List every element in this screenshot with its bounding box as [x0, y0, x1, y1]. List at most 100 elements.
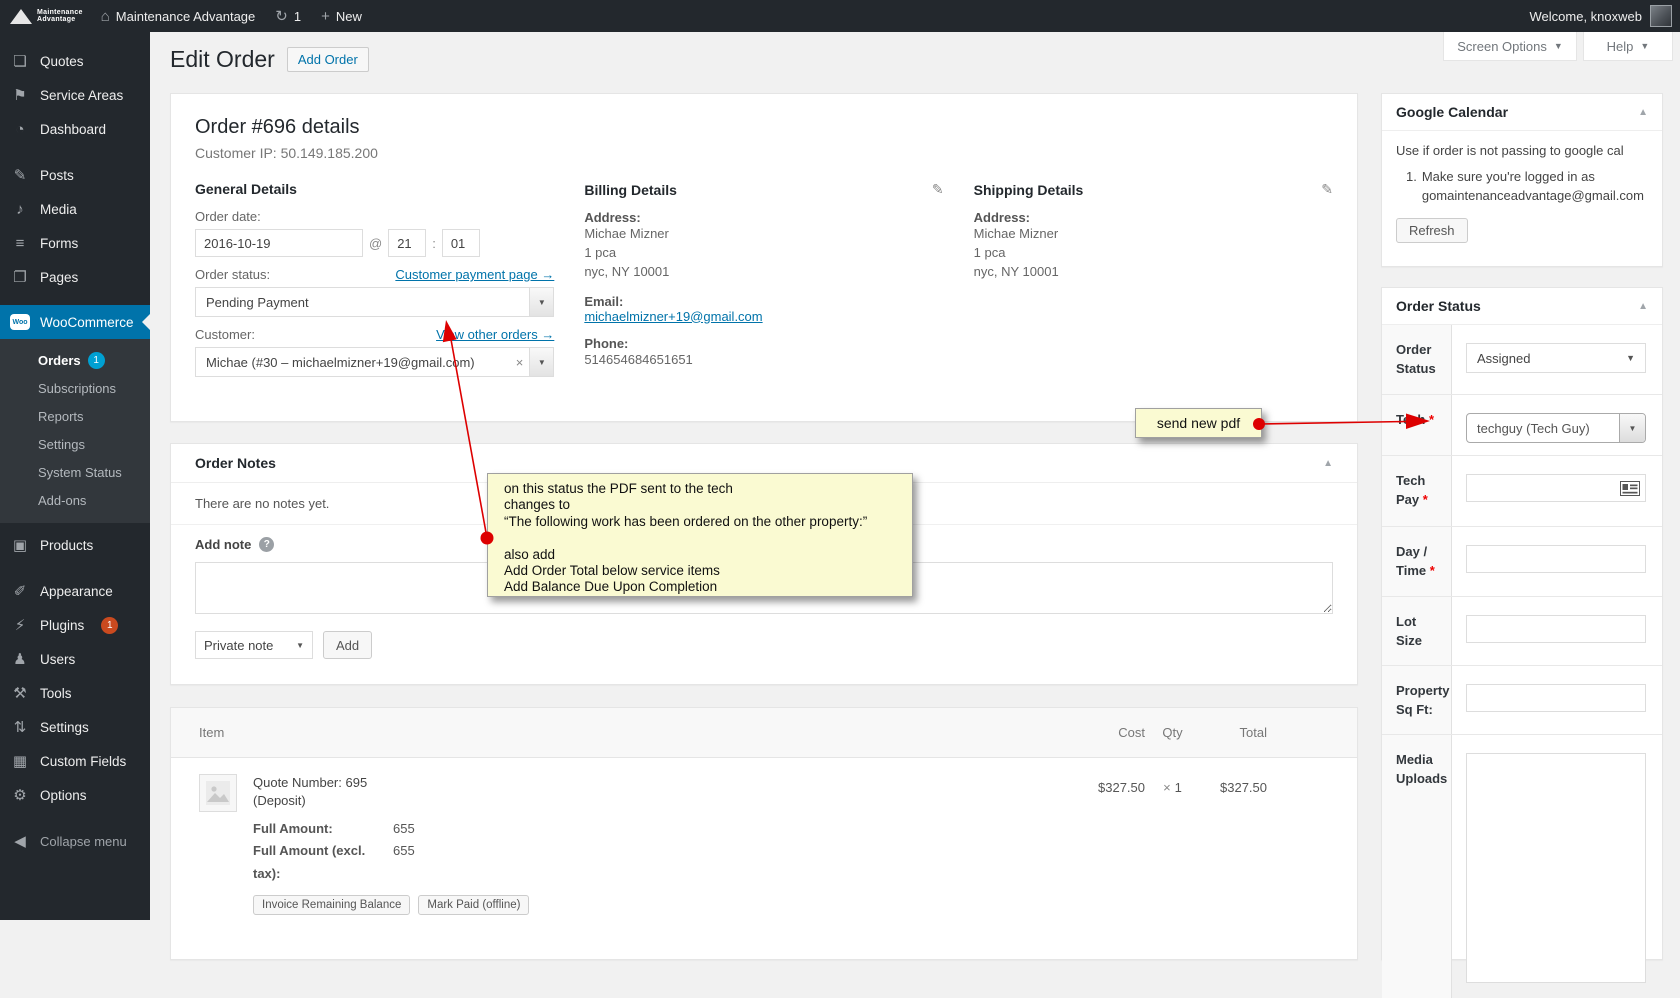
- site-logo[interactable]: MaintenanceAdvantage: [0, 9, 91, 24]
- sidebar-item-service-areas[interactable]: ⚑ Service Areas: [0, 78, 150, 112]
- meta-value: 655: [393, 840, 415, 884]
- settings-icon: ⇅: [10, 718, 30, 736]
- sidebar-label: Quotes: [40, 54, 84, 69]
- admin-bar-site-name[interactable]: ⌂ Maintenance Advantage: [91, 0, 266, 32]
- add-order-button[interactable]: Add Order: [287, 47, 369, 72]
- screen-options-label: Screen Options: [1457, 39, 1547, 54]
- sidebar-item-options[interactable]: ⚙ Options: [0, 778, 150, 812]
- view-other-orders-link[interactable]: View other orders →: [436, 327, 554, 342]
- sidebar-item-tools[interactable]: ⚒ Tools: [0, 676, 150, 710]
- shipping-details-heading: Shipping Details: [974, 182, 1084, 198]
- help-tab[interactable]: Help ▼: [1583, 32, 1673, 61]
- tech-value: techguy (Tech Guy): [1467, 414, 1619, 442]
- submenu-item-system-status[interactable]: System Status: [0, 458, 150, 486]
- sidebar-label: Custom Fields: [40, 754, 126, 769]
- collapse-panel-icon[interactable]: ▲: [1323, 458, 1333, 469]
- welcome-text[interactable]: Welcome, knoxweb: [1530, 9, 1642, 24]
- dropdown-arrow-icon[interactable]: ▼: [1619, 414, 1645, 442]
- contact-card-icon[interactable]: [1620, 481, 1640, 499]
- edit-shipping-icon[interactable]: ✎: [1321, 181, 1333, 198]
- general-details-heading: General Details: [195, 181, 297, 197]
- sidebar-item-pages[interactable]: ❐ Pages: [0, 260, 150, 294]
- sidebar-item-settings[interactable]: ⇅ Settings: [0, 710, 150, 744]
- submenu-item-subscriptions[interactable]: Subscriptions: [0, 374, 150, 402]
- admin-bar-updates[interactable]: ↻ 1: [265, 0, 311, 32]
- sidebar-item-custom-fields[interactable]: ▦ Custom Fields: [0, 744, 150, 778]
- dropdown-arrow-icon[interactable]: ▼: [529, 348, 553, 376]
- billing-email-label: Email:: [584, 294, 943, 309]
- annotation-line: on this status the PDF sent to the tech: [504, 481, 900, 497]
- mark-paid-offline-button[interactable]: Mark Paid (offline): [418, 895, 529, 915]
- note-type-select[interactable]: Private note ▼: [195, 631, 313, 659]
- dropdown-arrow-icon: ▼: [296, 641, 304, 650]
- invoice-remaining-balance-button[interactable]: Invoice Remaining Balance: [253, 895, 410, 915]
- submenu-label: Add-ons: [38, 493, 86, 508]
- sidebar-item-users[interactable]: ♟ Users: [0, 642, 150, 676]
- sidebar-item-dashboard[interactable]: ◔ Dashboard: [0, 112, 150, 146]
- shipping-address-label: Address:: [974, 210, 1333, 225]
- sidebar-item-quotes[interactable]: ❏ Quotes: [0, 44, 150, 78]
- item-thumbnail[interactable]: [199, 774, 237, 812]
- woocommerce-submenu: Orders 1 Subscriptions Reports Settings …: [0, 339, 150, 523]
- edit-billing-icon[interactable]: ✎: [932, 181, 944, 198]
- lot-size-input[interactable]: [1466, 615, 1646, 643]
- order-status-field-select[interactable]: Assigned ▼: [1466, 343, 1646, 373]
- sidebar-item-products[interactable]: ▣ Products: [0, 528, 150, 562]
- total-column-header: Total: [1200, 725, 1267, 740]
- submenu-item-settings[interactable]: Settings: [0, 430, 150, 458]
- annotation-line: changes to: [504, 497, 900, 513]
- billing-address-line: nyc, NY 10001: [584, 263, 943, 282]
- collapse-menu-button[interactable]: ◀ Collapse menu: [0, 824, 150, 858]
- sidebar-item-appearance[interactable]: ✐ Appearance: [0, 574, 150, 608]
- collapse-panel-icon[interactable]: ▲: [1638, 107, 1648, 118]
- admin-bar-new[interactable]: + New: [311, 0, 372, 32]
- general-details-column: General Details Order date: @ : Order st…: [195, 181, 554, 377]
- sidebar-item-plugins[interactable]: ⚡ Plugins 1: [0, 608, 150, 642]
- screen-options-tab[interactable]: Screen Options ▼: [1443, 32, 1577, 61]
- order-notes-heading: Order Notes: [195, 455, 276, 471]
- sidebar-item-posts[interactable]: ✎ Posts: [0, 158, 150, 192]
- sidebar-item-woocommerce[interactable]: Woo WooCommerce: [0, 305, 150, 339]
- customer-payment-page-link[interactable]: Customer payment page →: [395, 267, 554, 282]
- order-date-input[interactable]: [195, 229, 363, 257]
- tech-select[interactable]: techguy (Tech Guy) ▼: [1466, 413, 1646, 443]
- cost-column-header: Cost: [1025, 725, 1145, 740]
- submenu-item-orders[interactable]: Orders 1: [0, 346, 150, 374]
- property-sqft-input[interactable]: [1466, 684, 1646, 712]
- chevron-down-icon: ▼: [1640, 41, 1649, 51]
- day-time-input[interactable]: [1466, 545, 1646, 573]
- order-status-select[interactable]: Pending Payment ▼: [195, 287, 554, 317]
- submenu-item-reports[interactable]: Reports: [0, 402, 150, 430]
- refresh-button[interactable]: Refresh: [1396, 218, 1468, 243]
- sidebar-item-media[interactable]: ♪ Media: [0, 192, 150, 226]
- collapse-panel-icon[interactable]: ▲: [1638, 301, 1648, 312]
- billing-email-link[interactable]: michaelmizner+19@gmail.com: [584, 309, 762, 324]
- order-minute-input[interactable]: [442, 229, 480, 257]
- sidebar-label: Plugins: [40, 618, 84, 633]
- required-marker: *: [1429, 412, 1434, 427]
- at-separator: @: [369, 236, 382, 251]
- media-uploads-textarea[interactable]: [1466, 753, 1646, 983]
- order-number-title: Order #696 details: [195, 116, 1333, 139]
- tech-pay-field-label: Tech Pay: [1396, 473, 1425, 507]
- billing-address-label: Address:: [584, 210, 943, 225]
- sidebar-item-forms[interactable]: ≡ Forms: [0, 226, 150, 260]
- customer-select[interactable]: Michae (#30 – michaelmizner+19@gmail.com…: [195, 347, 554, 377]
- help-icon[interactable]: ?: [259, 537, 274, 552]
- item-cost: $327.50: [1025, 780, 1145, 795]
- submenu-label: System Status: [38, 465, 122, 480]
- add-note-button[interactable]: Add: [323, 631, 372, 659]
- submenu-item-add-ons[interactable]: Add-ons: [0, 486, 150, 514]
- logo-triangle-icon: [10, 9, 32, 24]
- order-hour-input[interactable]: [388, 229, 426, 257]
- clear-selection-icon[interactable]: ×: [510, 348, 530, 376]
- order-status-field-value: Assigned: [1477, 351, 1530, 366]
- shipping-address-line: 1 pca: [974, 244, 1333, 263]
- meta-label: Full Amount (excl. tax):: [253, 840, 393, 884]
- tech-pay-input[interactable]: [1466, 474, 1646, 502]
- posts-icon: ✎: [10, 166, 30, 184]
- gear-icon: ⚙: [10, 786, 30, 804]
- avatar[interactable]: [1650, 5, 1672, 27]
- dropdown-arrow-icon[interactable]: ▼: [529, 288, 553, 316]
- tools-icon: ⚒: [10, 684, 30, 702]
